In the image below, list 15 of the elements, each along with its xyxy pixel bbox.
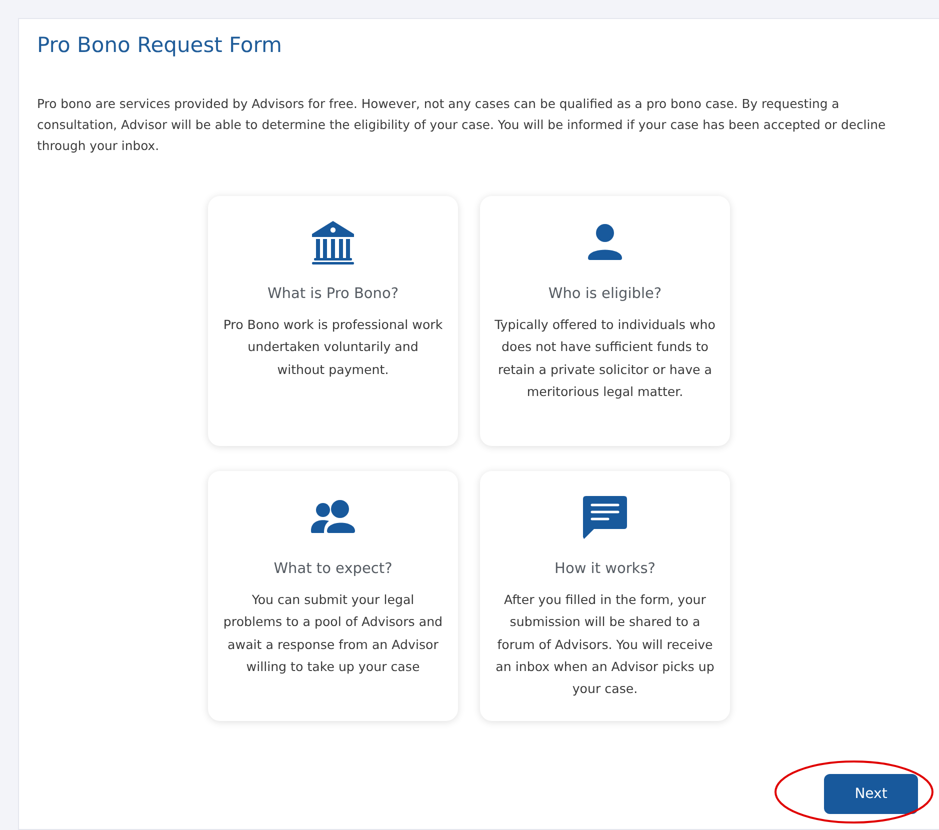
card-heading: Who is eligible? [548,286,662,302]
person-icon [587,223,623,261]
people-icon [310,500,356,534]
card-heading: What is Pro Bono? [267,286,399,302]
form-title: Pro Bono Request Form [37,33,283,57]
bank-icon [310,219,356,265]
chat-icon [582,495,628,539]
card-text: Pro Bono work is professional work undertaken voluntarily and without payment. [222,316,444,379]
next-button[interactable]: Next [824,774,918,814]
card-heading: What to expect? [274,561,392,577]
card-heading: How it works? [554,561,656,577]
card-text: Typically offered to individuals who does not have sufficient funds to retain a private solicitor or have a meritorious legal matter. [494,316,716,401]
card-text: You can submit your legal problems to a pool of Advisors and await a response from an Advisor willing to take up your case [222,591,444,676]
card-text: After you filled in the form, your submission will be shared to a forum of Advisors. You will receive an inbox when an Advisor picks up your case. [494,591,716,698]
intro-paragraph: Pro bono are services provided by Advisors for free. However, not any cases can be qualified as a pro bono case. By requesting a consultation, Advisor will be able to determine the eligibility of your case. You will be informed if your case has been accepted or decline through your inbox. [37,95,887,155]
